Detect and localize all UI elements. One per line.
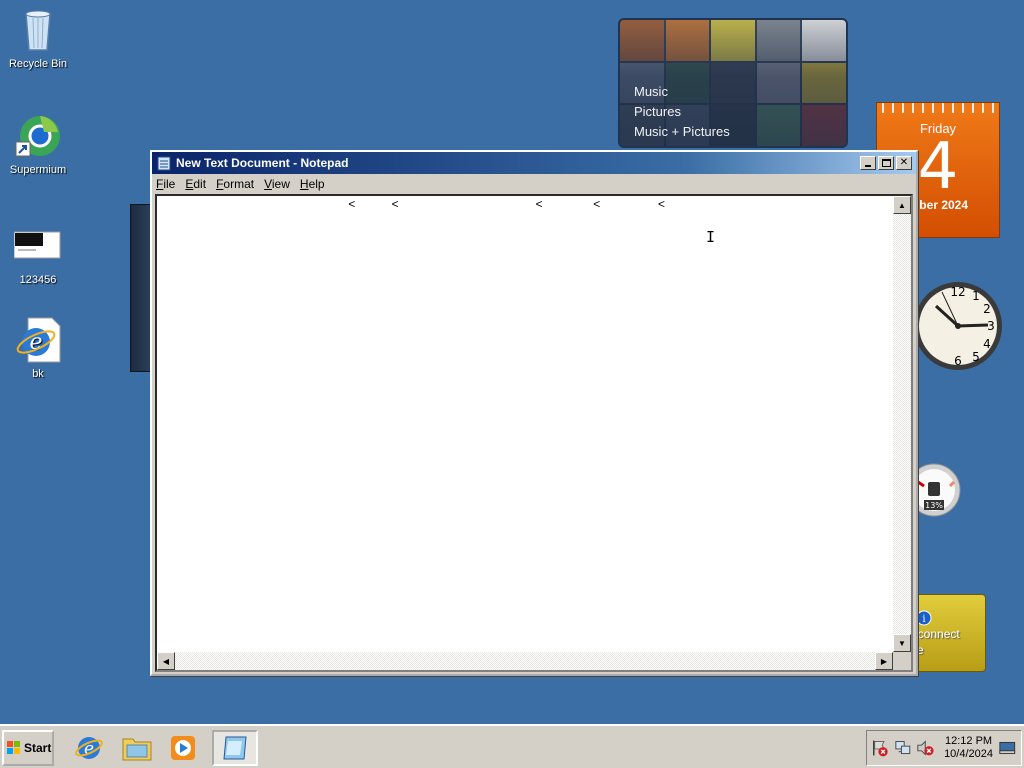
quicklaunch-internet-explorer[interactable]: e [72, 732, 106, 764]
size-grip[interactable] [893, 652, 911, 670]
close-icon: ✕ [899, 157, 909, 168]
media-item-music-pictures[interactable]: Music + Pictures [634, 122, 730, 142]
taskbar: Start e 12:12 PM 10/4/2024 [0, 724, 1024, 768]
arrow-left-icon: ◀ [162, 656, 170, 666]
minimize-icon [865, 165, 871, 167]
horizontal-scrollbar[interactable]: ◀ ▶ [157, 652, 893, 670]
vertical-scrollbar[interactable]: ▲ ▼ [893, 196, 911, 652]
clock-number: 12 [950, 285, 965, 299]
menu-view[interactable]: View [264, 177, 290, 191]
clock-number: 3 [987, 319, 995, 333]
desktop-icon-recycle-bin[interactable]: Recycle Bin [0, 6, 76, 70]
notepad-icon [157, 156, 171, 171]
calendar-rings [877, 103, 999, 113]
internet-explorer-icon: e [75, 737, 103, 759]
volume-muted-icon[interactable] [916, 738, 935, 758]
internet-explorer-icon: e [14, 316, 62, 364]
menu-bar: File Edit Format View Help [152, 174, 916, 194]
meter-icon: 13% [907, 463, 961, 517]
meter-percent: 13% [925, 501, 943, 510]
text-editor-area[interactable]: < < < < < ▲ ▼ ◀ ▶ [155, 194, 913, 672]
arrow-up-icon: ▲ [898, 200, 906, 210]
clock-number: 5 [972, 350, 980, 364]
notepad-window[interactable]: New Text Document - Notepad ✕ File Edit … [150, 150, 918, 676]
desktop-icon-label: Supermium [9, 164, 67, 176]
clock-number: 4 [983, 337, 991, 351]
news-line-1: : connect [911, 627, 960, 641]
clock-face-icon: 12 1 2 3 4 5 6 [914, 282, 1002, 370]
arrow-right-icon: ▶ [880, 656, 888, 666]
scroll-right-button[interactable]: ▶ [875, 652, 893, 670]
start-button[interactable]: Start [2, 730, 54, 766]
menu-edit[interactable]: Edit [185, 177, 206, 191]
taskbar-clock[interactable]: 12:12 PM 10/4/2024 [943, 735, 995, 761]
network-icon[interactable] [894, 738, 913, 758]
cpu-meter-gadget[interactable]: 13% [907, 460, 966, 526]
ibeam-cursor-icon: I [706, 228, 716, 246]
desktop-icon-label: bk [32, 368, 44, 380]
scroll-left-button[interactable]: ◀ [157, 652, 175, 670]
clock-date: 10/4/2024 [944, 748, 993, 760]
desktop-icon-label: Recycle Bin [8, 58, 68, 70]
clock-gadget[interactable]: 12 1 2 3 4 5 6 [908, 262, 1002, 388]
notepad-titlebar[interactable]: New Text Document - Notepad ✕ [152, 152, 916, 174]
window-title: New Text Document - Notepad [176, 156, 349, 170]
recycle-bin-icon [14, 6, 62, 54]
image-file-icon [13, 222, 62, 270]
show-desktop-icon[interactable] [998, 738, 1017, 758]
quicklaunch-explorer[interactable] [120, 732, 154, 764]
document-text[interactable]: < < < < < [159, 198, 891, 650]
scroll-up-button[interactable]: ▲ [893, 196, 911, 214]
menu-help[interactable]: Help [300, 177, 325, 191]
menu-format[interactable]: Format [216, 177, 254, 191]
media-player-icon [171, 736, 195, 760]
media-center-gadget[interactable]: Music Pictures Music + Pictures [618, 18, 848, 148]
scroll-down-button[interactable]: ▼ [893, 634, 911, 652]
desktop-icon-123456[interactable]: 123456 [0, 222, 76, 286]
windows-logo-icon [7, 741, 20, 754]
close-button[interactable]: ✕ [896, 156, 912, 170]
supermium-icon [14, 112, 62, 160]
media-item-pictures[interactable]: Pictures [634, 102, 730, 122]
notepad-icon [223, 736, 247, 760]
clock-number: 6 [954, 354, 962, 368]
maximize-button[interactable] [878, 156, 894, 170]
quicklaunch-media-player[interactable] [166, 732, 200, 764]
desktop-icon-bk[interactable]: e bk [0, 316, 76, 380]
taskbar-notepad-button[interactable] [212, 730, 258, 766]
maximize-icon [881, 159, 891, 167]
clock-time: 12:12 PM [944, 735, 993, 747]
desktop-icon-label: 123456 [19, 274, 57, 286]
media-item-music[interactable]: Music [634, 82, 730, 102]
arrow-down-icon: ▼ [898, 638, 906, 648]
clock-number: 1 [972, 289, 980, 303]
menu-file[interactable]: File [156, 177, 175, 191]
minimize-button[interactable] [860, 156, 876, 170]
folder-icon [122, 738, 152, 761]
start-label: Start [24, 741, 52, 755]
clock-number: 2 [983, 302, 991, 316]
action-center-flag-icon[interactable] [871, 738, 890, 758]
svg-text:i: i [922, 614, 925, 625]
system-tray: 12:12 PM 10/4/2024 [866, 730, 1022, 766]
desktop-icon-supermium[interactable]: Supermium [0, 112, 76, 176]
